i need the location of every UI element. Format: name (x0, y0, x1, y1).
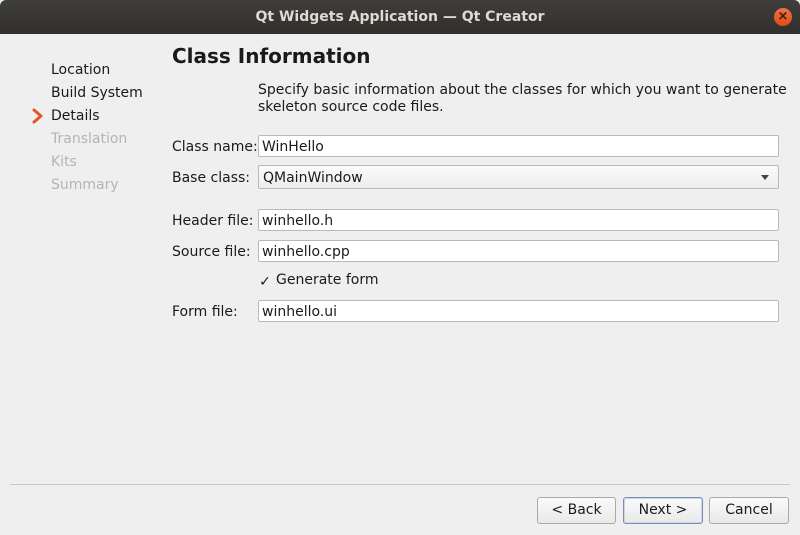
step-location: Location (51, 62, 111, 78)
step-build-system: Build System (51, 85, 143, 101)
checkmark-icon: ✓ (259, 274, 271, 290)
window-title: Qt Widgets Application — Qt Creator (255, 9, 545, 25)
class-name-label: Class name: (172, 139, 258, 155)
header-file-label: Header file: (172, 213, 254, 229)
base-class-select[interactable]: QMainWindow (258, 165, 779, 189)
next-button[interactable]: Next > (623, 497, 703, 524)
form-file-field[interactable]: winhello.ui (258, 300, 779, 322)
cancel-button[interactable]: Cancel (709, 497, 789, 524)
back-button[interactable]: < Back (537, 497, 616, 524)
step-kits: Kits (51, 154, 77, 170)
generate-form-option[interactable]: ✓ Generate form (258, 272, 378, 289)
step-details: Details (51, 108, 100, 124)
base-class-label: Base class: (172, 170, 251, 186)
close-button[interactable]: × (774, 8, 792, 26)
form-file-label: Form file: (172, 304, 238, 320)
wizard-content: Location Build System Details Translatio… (0, 34, 800, 535)
header-file-field[interactable]: winhello.h (258, 209, 779, 231)
page-description: Specify basic information about the clas… (258, 82, 787, 115)
step-summary: Summary (51, 177, 119, 193)
title-bar: Qt Widgets Application — Qt Creator × (0, 0, 800, 34)
chevron-down-icon (761, 175, 769, 180)
footer-separator (10, 484, 790, 485)
step-translation: Translation (51, 131, 128, 147)
class-name-field[interactable]: WinHello (258, 135, 779, 157)
source-file-field[interactable]: winhello.cpp (258, 240, 779, 262)
source-file-label: Source file: (172, 244, 251, 260)
base-class-value: QMainWindow (263, 170, 363, 186)
generate-form-label: Generate form (276, 272, 379, 288)
current-step-arrow-icon (32, 108, 43, 124)
generate-form-checkbox[interactable]: ✓ (258, 275, 272, 289)
page-title: Class Information (172, 44, 371, 68)
close-icon: × (777, 9, 789, 24)
